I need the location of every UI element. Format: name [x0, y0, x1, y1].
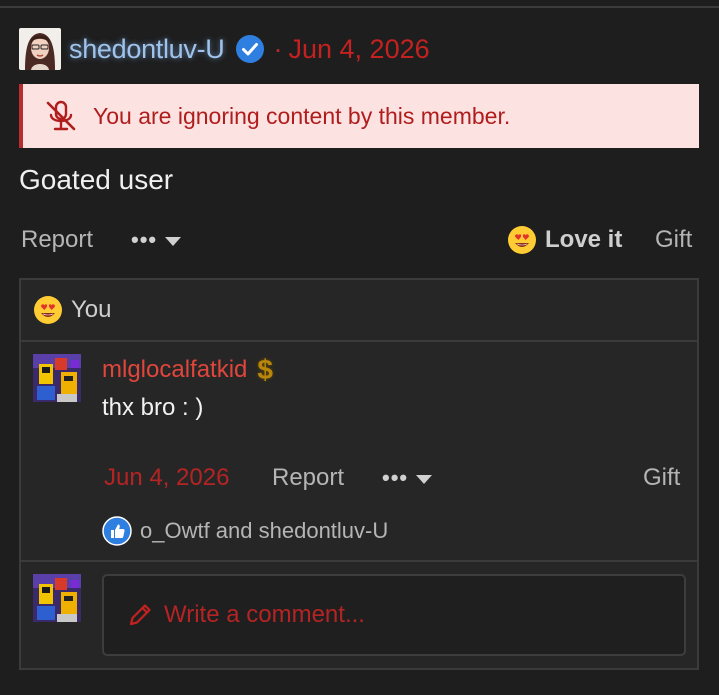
heart-eyes-emoji-icon [508, 226, 536, 254]
gift-link[interactable]: Gift [655, 222, 692, 258]
dollar-badge-icon: $ [257, 354, 273, 385]
muted-microphone-icon [46, 100, 76, 131]
comment-date[interactable]: Jun 4, 2026 [104, 460, 229, 496]
likes-text: o_Owtf and shedontluv-U [140, 518, 389, 543]
heart-eyes-emoji-icon [34, 296, 62, 324]
ignore-notice-banner: You are ignoring content by this member. [19, 84, 699, 148]
write-comment-input[interactable]: Write a comment... [102, 574, 686, 656]
more-dots-icon: ••• [131, 227, 158, 252]
verified-badge-icon [235, 35, 264, 63]
comment-author: mlglocalfatkid $ [102, 354, 273, 386]
comment-username[interactable]: mlglocalfatkid [102, 356, 247, 384]
comment-actions: Jun 4, 2026 Report ••• Gift [102, 460, 686, 496]
thumbs-up-icon [102, 516, 132, 546]
comment-likes[interactable]: o_Owtf and shedontluv-U [102, 516, 388, 546]
love-it-button[interactable]: Love it [507, 222, 622, 258]
comment-text: thx bro : ) [102, 394, 204, 421]
report-link[interactable]: Report [21, 222, 93, 258]
post-actions: Report ••• Love it Gift [19, 222, 699, 258]
current-user-avatar [33, 574, 81, 622]
more-options-button[interactable]: ••• [131, 222, 182, 258]
comment-report-link[interactable]: Report [272, 460, 344, 496]
avatar[interactable] [19, 28, 61, 70]
write-comment-placeholder: Write a comment... [164, 601, 365, 628]
more-dots-icon: ••• [382, 465, 409, 490]
reactions-comments-panel: You mlglocalfatkid $ thx bro : ) Jun 4, … [19, 278, 699, 670]
chevron-down-icon [416, 474, 433, 484]
post-username[interactable]: shedontluv-U [69, 34, 225, 65]
comment-item: mlglocalfatkid $ thx bro : ) Jun 4, 2026… [21, 342, 697, 562]
top-divider [0, 0, 719, 8]
post-body-text: Goated user [19, 164, 174, 195]
reaction-summary-label: You [71, 296, 112, 323]
love-it-label: Love it [545, 226, 623, 253]
chevron-down-icon [165, 236, 182, 246]
write-comment-row: Write a comment... [21, 562, 697, 666]
comment-avatar[interactable] [33, 354, 81, 402]
post-date[interactable]: Jun 4, 2026 [289, 34, 430, 65]
reaction-summary[interactable]: You [21, 280, 697, 342]
comment-more-options-button[interactable]: ••• [382, 460, 433, 496]
pencil-icon [129, 604, 151, 626]
post-header: shedontluv-U · Jun 4, 2026 [19, 28, 430, 70]
ignore-notice-text: You are ignoring content by this member. [93, 102, 511, 129]
separator-dot: · [273, 33, 283, 64]
comment-gift-link[interactable]: Gift [643, 460, 680, 496]
